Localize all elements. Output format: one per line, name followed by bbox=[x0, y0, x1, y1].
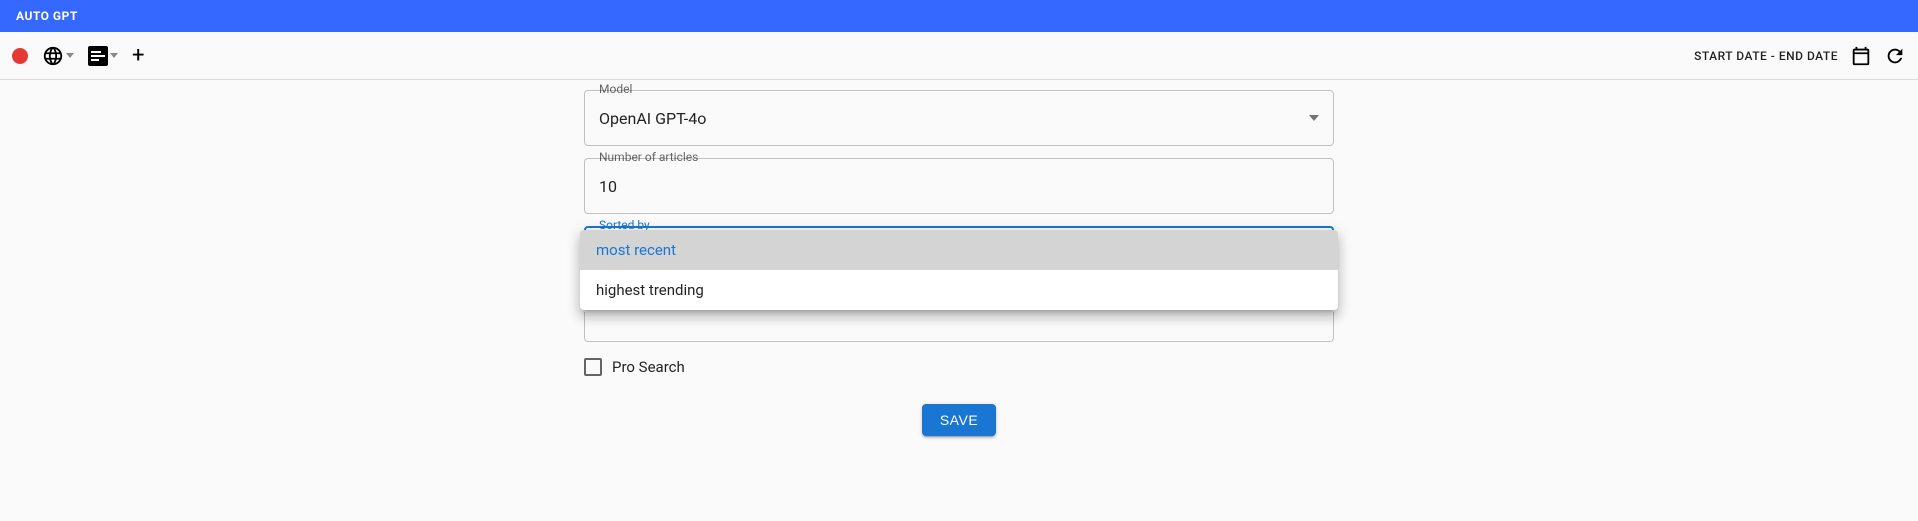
model-select[interactable]: OpenAI GPT-4o bbox=[584, 90, 1334, 146]
main-content: Model OpenAI GPT-4o Number of articles 1… bbox=[0, 80, 1918, 436]
toolbar-right: START DATE - END DATE bbox=[1694, 45, 1906, 67]
pro-search-row[interactable]: Pro Search bbox=[584, 358, 1334, 376]
calendar-icon[interactable] bbox=[1850, 45, 1872, 67]
menu-item-highest-trending[interactable]: highest trending bbox=[580, 270, 1338, 310]
record-icon[interactable] bbox=[12, 48, 28, 64]
document-dropdown[interactable] bbox=[88, 46, 118, 66]
save-row: SAVE bbox=[584, 404, 1334, 436]
toolbar-left: + bbox=[12, 45, 144, 67]
num-articles-value: 10 bbox=[599, 177, 617, 196]
hidden-field-under-menu bbox=[584, 312, 1334, 342]
date-range-label[interactable]: START DATE - END DATE bbox=[1694, 49, 1838, 63]
model-value: OpenAI GPT-4o bbox=[599, 109, 706, 128]
caret-down-icon bbox=[110, 53, 118, 58]
model-field[interactable]: Model OpenAI GPT-4o bbox=[584, 90, 1334, 146]
pro-search-label: Pro Search bbox=[612, 358, 685, 376]
document-icon bbox=[88, 46, 108, 66]
globe-icon bbox=[42, 45, 64, 67]
num-articles-input[interactable]: 10 bbox=[584, 158, 1334, 214]
menu-item-most-recent[interactable]: most recent bbox=[580, 230, 1338, 270]
refresh-icon[interactable] bbox=[1884, 45, 1906, 67]
caret-down-icon bbox=[1309, 115, 1319, 121]
save-button[interactable]: SAVE bbox=[922, 404, 996, 436]
globe-dropdown[interactable] bbox=[42, 45, 74, 67]
sorted-by-menu: most recent highest trending bbox=[580, 230, 1338, 310]
toolbar: + START DATE - END DATE bbox=[0, 32, 1918, 80]
app-header: AUTO GPT bbox=[0, 0, 1918, 32]
form-column: Model OpenAI GPT-4o Number of articles 1… bbox=[584, 90, 1334, 436]
plus-icon[interactable]: + bbox=[132, 45, 144, 67]
num-articles-field[interactable]: Number of articles 10 bbox=[584, 158, 1334, 214]
app-title: AUTO GPT bbox=[16, 9, 78, 23]
pro-search-checkbox[interactable] bbox=[584, 358, 602, 376]
caret-down-icon bbox=[66, 53, 74, 58]
